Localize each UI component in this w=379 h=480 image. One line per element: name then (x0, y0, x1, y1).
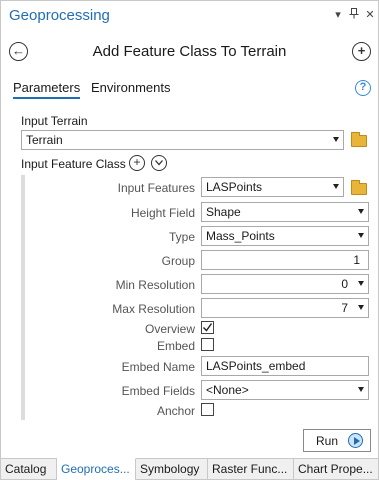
max-resolution-dropdown[interactable]: 7 (201, 298, 369, 318)
tab-parameters[interactable]: Parameters (13, 80, 81, 99)
height-field-dropdown[interactable]: Shape (201, 202, 369, 222)
height-field-value: Shape (206, 205, 241, 219)
folder-icon[interactable] (351, 132, 367, 147)
run-button-label: Run (316, 434, 339, 448)
embed-name-label: Embed Name (121, 360, 195, 374)
back-button[interactable]: ← (9, 42, 28, 61)
input-terrain-dropdown[interactable]: Terrain (21, 130, 344, 150)
chevron-down-icon (358, 233, 364, 238)
pane-titlebar: Geoprocessing ▾ ✕ (1, 1, 378, 31)
close-icon[interactable]: ✕ (363, 8, 377, 21)
tab-environments[interactable]: Environments (91, 80, 170, 95)
anchor-label: Anchor (156, 404, 195, 418)
input-features-dropdown[interactable]: LASPoints (201, 177, 344, 197)
group-input[interactable]: 1 (201, 250, 369, 270)
type-label: Type (168, 230, 195, 244)
input-feature-class-label: Input Feature Class (21, 157, 126, 171)
type-dropdown[interactable]: Mass_Points (201, 226, 369, 246)
pane-menu-icon[interactable]: ▾ (331, 8, 345, 21)
add-tool-button[interactable]: + (352, 42, 371, 61)
input-terrain-label: Input Terrain (21, 114, 88, 128)
tab-symbology[interactable]: Symbology (136, 459, 208, 480)
tab-catalog[interactable]: Catalog (1, 459, 57, 480)
chevron-down-icon (333, 137, 339, 142)
embed-checkbox[interactable] (201, 338, 214, 351)
tab-chart-properties[interactable]: Chart Prope... (294, 459, 378, 480)
min-resolution-value: 0 (341, 277, 348, 291)
help-icon[interactable]: ? (355, 80, 371, 96)
tool-title: Add Feature Class To Terrain (92, 43, 287, 60)
tab-geoprocessing[interactable]: Geoproces... (57, 458, 136, 480)
min-resolution-label: Min Resolution (115, 278, 195, 292)
embed-label: Embed (156, 339, 195, 353)
chevron-down-icon (358, 281, 364, 286)
group-label: Group (161, 254, 195, 268)
overview-checkbox[interactable] (201, 321, 214, 334)
type-value: Mass_Points (206, 229, 275, 243)
chevron-down-icon (333, 184, 339, 189)
pin-icon[interactable] (347, 8, 361, 22)
max-resolution-label: Max Resolution (112, 302, 195, 316)
embed-fields-dropdown[interactable]: <None> (201, 380, 369, 400)
max-resolution-value: 7 (341, 301, 348, 315)
run-button[interactable]: Run (303, 429, 371, 452)
overview-label: Overview (144, 322, 195, 336)
chevron-down-icon (358, 305, 364, 310)
run-play-icon (348, 433, 363, 448)
chevron-down-icon (358, 387, 364, 392)
embed-name-input[interactable]: LASPoints_embed (201, 356, 369, 376)
geoprocessing-pane: Geoprocessing ▾ ✕ ← Add Feature Class To… (0, 0, 379, 480)
embed-fields-value: <None> (206, 383, 249, 397)
input-terrain-value: Terrain (26, 133, 63, 147)
input-features-label: Input Features (117, 181, 195, 195)
add-row-icon[interactable]: + (129, 155, 145, 171)
chevron-down-icon (358, 209, 364, 214)
height-field-label: Height Field (130, 206, 195, 220)
pane-title: Geoprocessing (9, 7, 110, 24)
min-resolution-dropdown[interactable]: 0 (201, 274, 369, 294)
bottom-tab-strip: Catalog Geoproces... Symbology Raster Fu… (1, 458, 378, 480)
group-indent-bar (21, 175, 25, 420)
folder-icon[interactable] (351, 180, 367, 195)
anchor-checkbox[interactable] (201, 403, 214, 416)
collapse-chevron-icon[interactable] (151, 155, 167, 171)
input-features-value: LASPoints (206, 180, 263, 194)
tab-raster-functions[interactable]: Raster Func... (208, 459, 294, 480)
embed-fields-label: Embed Fields (121, 384, 195, 398)
